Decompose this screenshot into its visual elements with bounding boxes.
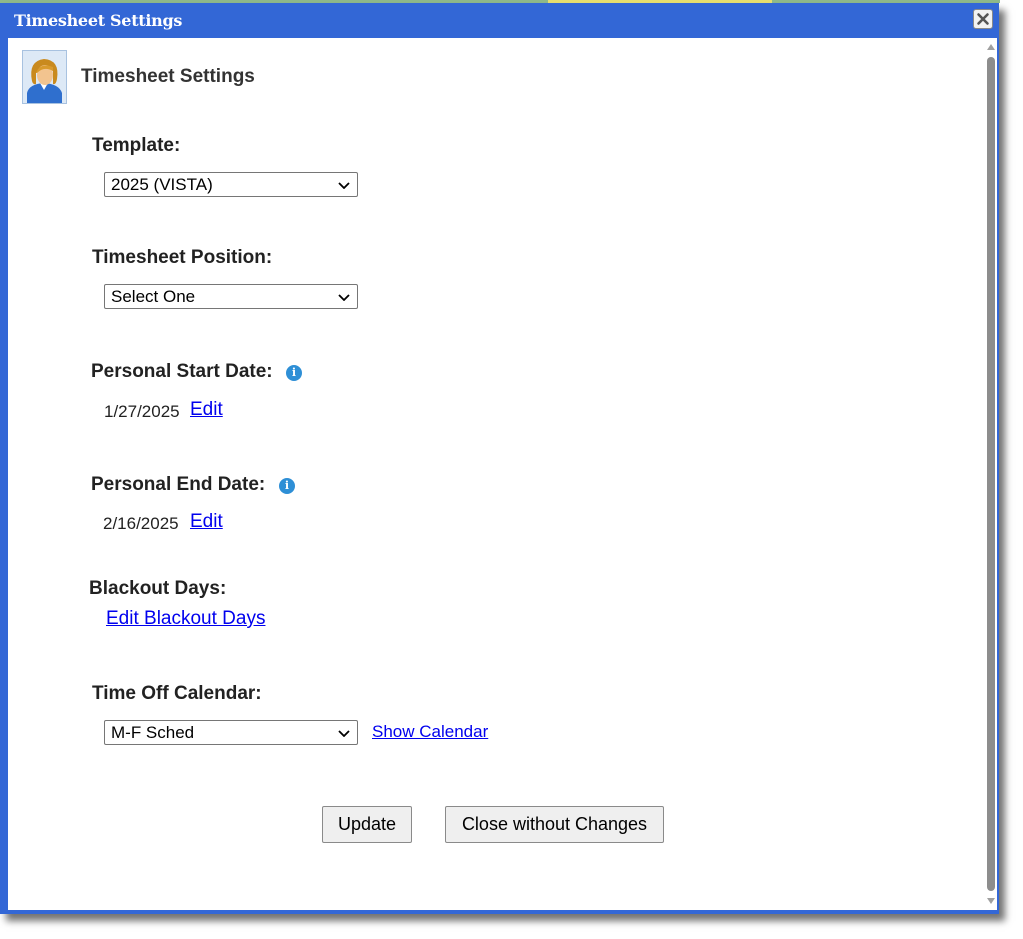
close-button[interactable] [973,9,993,29]
start-date-value: 1/27/2025 [104,402,180,421]
dialog-content: Timesheet Settings Template: 2025 (VISTA… [8,38,997,910]
close-icon [977,13,989,25]
template-selected-value: 2025 (VISTA) [111,175,213,194]
template-label: Template: [92,135,181,156]
info-icon[interactable]: i [279,478,295,494]
show-calendar-link[interactable]: Show Calendar [372,722,488,742]
update-button[interactable]: Update [322,806,412,843]
edit-blackout-days-link[interactable]: Edit Blackout Days [106,608,265,630]
chevron-down-icon [338,182,350,189]
timesheet-settings-dialog: Timesheet Settings Timesheet Settings Te… [0,3,999,914]
timesheet-position-label: Timesheet Position: [92,247,273,268]
edit-start-date-link[interactable]: Edit [190,399,223,421]
scrollbar-thumb[interactable] [987,57,995,891]
close-without-changes-button[interactable]: Close without Changes [445,806,664,843]
user-avatar-icon [22,50,67,104]
start-date-label: Personal Start Date: [91,361,273,382]
vertical-scrollbar[interactable] [984,38,997,910]
blackout-days-label: Blackout Days: [89,578,227,599]
info-icon[interactable]: i [286,365,302,381]
edit-end-date-link[interactable]: Edit [190,511,223,533]
chevron-down-icon [338,730,350,737]
timesheet-position-selected-value: Select One [111,287,196,306]
page-title: Timesheet Settings [81,66,255,87]
timesheet-position-select[interactable]: Select One [104,284,358,309]
end-date-value: 2/16/2025 [103,514,179,533]
scroll-down-arrow-icon[interactable] [986,897,996,905]
chevron-down-icon [338,294,350,301]
time-off-calendar-selected-value: M-F Sched [111,723,195,742]
time-off-calendar-select[interactable]: M-F Sched [104,720,358,745]
dialog-title-bar[interactable]: Timesheet Settings [0,3,999,38]
template-select[interactable]: 2025 (VISTA) [104,172,358,197]
scroll-up-arrow-icon[interactable] [986,43,996,51]
time-off-calendar-label: Time Off Calendar: [92,683,262,704]
dialog-title: Timesheet Settings [14,11,183,30]
end-date-label: Personal End Date: [91,474,266,495]
